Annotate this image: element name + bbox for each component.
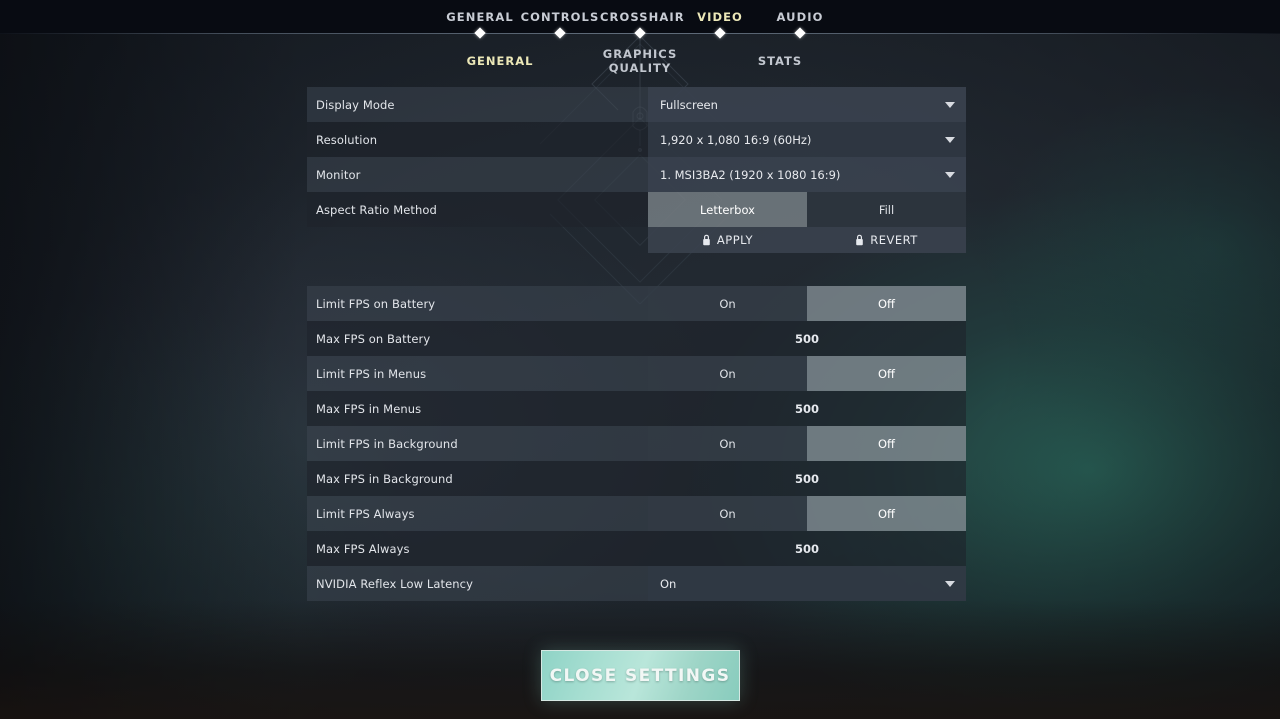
apply-button[interactable]: APPLY xyxy=(648,227,807,253)
keybind-icon xyxy=(703,234,710,246)
limit-fps-menus-option-on[interactable]: On xyxy=(648,356,807,391)
setting-label: Limit FPS on Battery xyxy=(316,296,436,311)
setting-label: Limit FPS Always xyxy=(316,506,415,521)
setting-control: 1. MSI3BA2 (1920 x 1080 16:9) xyxy=(648,157,966,192)
revert-label: REVERT xyxy=(870,233,918,247)
tab-video[interactable]: VIDEO xyxy=(680,10,760,24)
tab-controls[interactable]: CONTROLS xyxy=(520,10,600,24)
subtab-stats[interactable]: STATS xyxy=(710,54,850,68)
tab-audio[interactable]: AUDIO xyxy=(760,10,840,24)
limit-fps-battery-option-off[interactable]: Off xyxy=(807,286,966,321)
setting-label: Display Mode xyxy=(316,97,395,112)
setting-row-monitor: Monitor 1. MSI3BA2 (1920 x 1080 16:9) xyxy=(307,157,966,192)
video-settings-panel: Display Mode Fullscreen Resolution 1,920… xyxy=(307,87,966,601)
chevron-down-icon xyxy=(945,101,955,108)
top-navigation-bar: GENERAL CONTROLS CROSSHAIR VIDEO AUDIO xyxy=(0,0,1280,39)
keybind-icon xyxy=(856,234,864,246)
setting-row-max-fps-battery: Max FPS on Battery 500 xyxy=(307,321,966,356)
setting-label: Max FPS in Menus xyxy=(316,401,422,416)
close-settings-button[interactable]: CLOSE SETTINGS xyxy=(540,650,740,701)
display-mode-dropdown[interactable]: Fullscreen xyxy=(648,87,966,122)
setting-label: Max FPS in Background xyxy=(316,471,453,486)
setting-label: Resolution xyxy=(316,132,378,147)
dropdown-value: On xyxy=(660,576,677,591)
setting-control: 500 xyxy=(648,531,966,566)
setting-control: 500 xyxy=(648,321,966,356)
max-fps-menus-value[interactable]: 500 xyxy=(648,391,966,426)
limit-fps-always-option-off[interactable]: Off xyxy=(807,496,966,531)
setting-row-max-fps-menus: Max FPS in Menus 500 xyxy=(307,391,966,426)
setting-label: NVIDIA Reflex Low Latency xyxy=(316,576,474,591)
setting-row-max-fps-background: Max FPS in Background 500 xyxy=(307,461,966,496)
nvidia-reflex-dropdown[interactable]: On xyxy=(648,566,966,601)
setting-row-limit-fps-menus: Limit FPS in Menus On Off xyxy=(307,356,966,391)
max-fps-background-value[interactable]: 500 xyxy=(648,461,966,496)
setting-row-max-fps-always: Max FPS Always 500 xyxy=(307,531,966,566)
max-fps-battery-value[interactable]: 500 xyxy=(648,321,966,356)
tab-crosshair[interactable]: CROSSHAIR xyxy=(600,10,684,24)
setting-control: 500 xyxy=(648,391,966,426)
setting-label: Aspect Ratio Method xyxy=(316,202,437,217)
setting-control: On Off xyxy=(648,356,966,391)
apply-label: APPLY xyxy=(716,233,754,247)
panel-spacer xyxy=(307,253,966,286)
dropdown-value: Fullscreen xyxy=(660,97,718,112)
setting-row-display-mode: Display Mode Fullscreen xyxy=(307,87,966,122)
setting-label: Max FPS Always xyxy=(316,541,410,556)
subtab-graphics-quality[interactable]: GRAPHICS QUALITY xyxy=(570,47,710,75)
limit-fps-background-segmented-control: On Off xyxy=(648,426,966,461)
apply-revert-bar: APPLY REVERT xyxy=(648,227,966,253)
limit-fps-background-option-off[interactable]: Off xyxy=(807,426,966,461)
setting-control: 500 xyxy=(648,461,966,496)
aspect-ratio-segmented-control: Letterbox Fill xyxy=(648,192,966,227)
setting-control: 1,920 x 1,080 16:9 (60Hz) xyxy=(648,122,966,157)
setting-row-aspect-ratio-method: Aspect Ratio Method Letterbox Fill xyxy=(307,192,966,227)
setting-control: On Off xyxy=(648,426,966,461)
limit-fps-background-option-on[interactable]: On xyxy=(648,426,807,461)
aspect-ratio-option-letterbox[interactable]: Letterbox xyxy=(648,192,807,227)
setting-label: Max FPS on Battery xyxy=(316,331,431,346)
setting-row-resolution: Resolution 1,920 x 1,080 16:9 (60Hz) xyxy=(307,122,966,157)
max-fps-always-value[interactable]: 500 xyxy=(648,531,966,566)
monitor-dropdown[interactable]: 1. MSI3BA2 (1920 x 1080 16:9) xyxy=(648,157,966,192)
chevron-down-icon xyxy=(945,171,955,178)
revert-button[interactable]: REVERT xyxy=(807,227,966,253)
chevron-down-icon xyxy=(945,580,955,587)
dropdown-value: 1,920 x 1,080 16:9 (60Hz) xyxy=(660,132,812,147)
limit-fps-menus-segmented-control: On Off xyxy=(648,356,966,391)
setting-label: Limit FPS in Background xyxy=(316,436,458,451)
setting-row-limit-fps-battery: Limit FPS on Battery On Off xyxy=(307,286,966,321)
setting-control: On Off xyxy=(648,286,966,321)
chevron-down-icon xyxy=(945,136,955,143)
setting-row-limit-fps-always: Limit FPS Always On Off xyxy=(307,496,966,531)
sub-tabs: GENERAL GRAPHICS QUALITY STATS xyxy=(0,47,1280,75)
setting-label: Limit FPS in Menus xyxy=(316,366,427,381)
setting-control: Letterbox Fill xyxy=(648,192,966,227)
resolution-dropdown[interactable]: 1,920 x 1,080 16:9 (60Hz) xyxy=(648,122,966,157)
setting-control: On xyxy=(648,566,966,601)
limit-fps-battery-option-on[interactable]: On xyxy=(648,286,807,321)
dropdown-value: 1. MSI3BA2 (1920 x 1080 16:9) xyxy=(660,167,841,182)
limit-fps-battery-segmented-control: On Off xyxy=(648,286,966,321)
footer: CLOSE SETTINGS xyxy=(0,650,1280,701)
setting-label: Monitor xyxy=(316,167,361,182)
limit-fps-always-segmented-control: On Off xyxy=(648,496,966,531)
subtab-general[interactable]: GENERAL xyxy=(430,54,570,68)
aspect-ratio-option-fill[interactable]: Fill xyxy=(807,192,966,227)
tab-general[interactable]: GENERAL xyxy=(440,10,520,24)
limit-fps-always-option-on[interactable]: On xyxy=(648,496,807,531)
setting-row-limit-fps-background: Limit FPS in Background On Off xyxy=(307,426,966,461)
setting-control: On Off xyxy=(648,496,966,531)
limit-fps-menus-option-off[interactable]: Off xyxy=(807,356,966,391)
setting-control: Fullscreen xyxy=(648,87,966,122)
setting-row-nvidia-reflex: NVIDIA Reflex Low Latency On xyxy=(307,566,966,601)
